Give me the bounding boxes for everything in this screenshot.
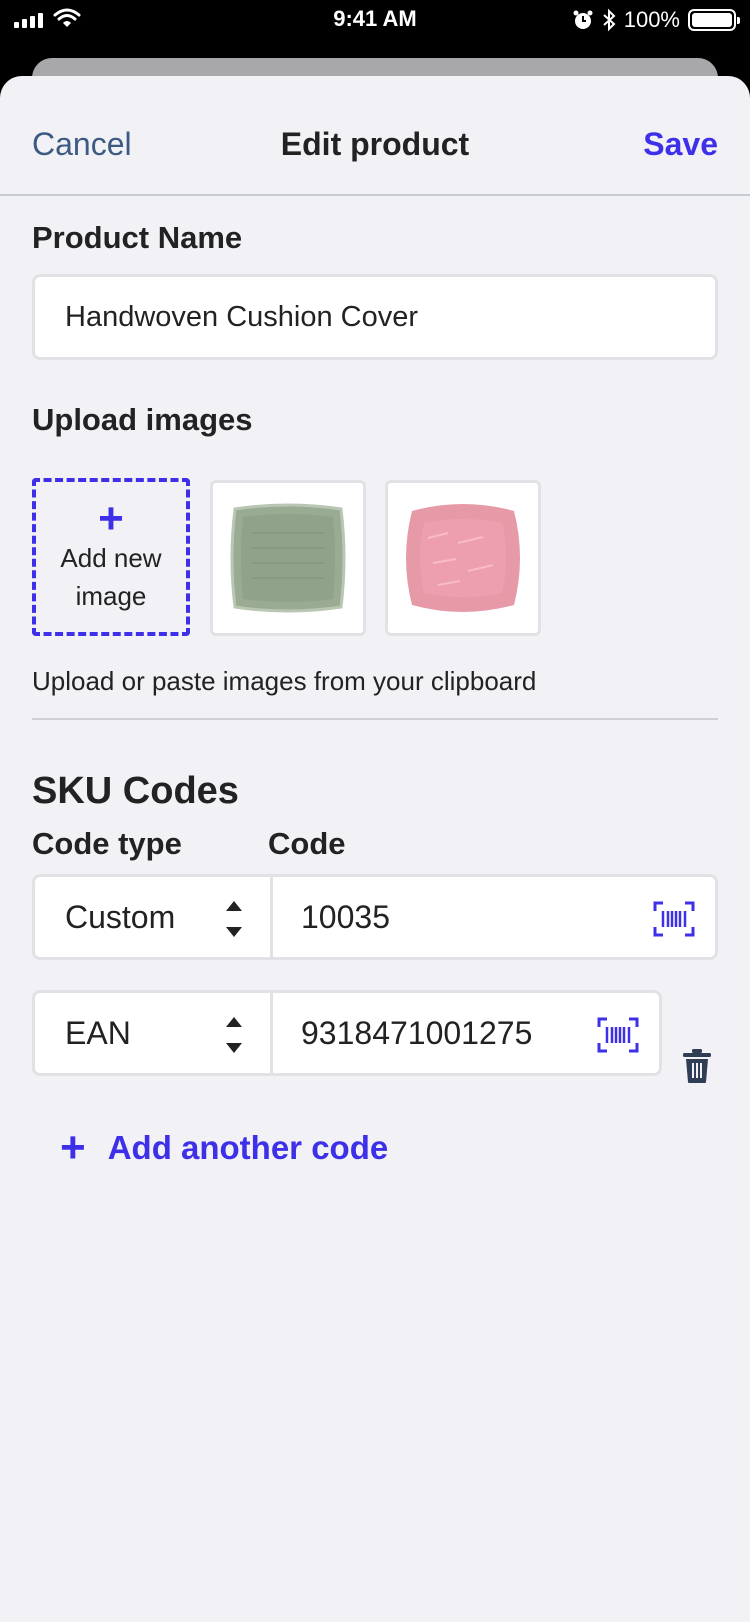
code-type-select[interactable]: Custom	[32, 874, 270, 960]
status-right: 100%	[572, 7, 740, 33]
sku-section-title: SKU Codes	[32, 770, 239, 812]
sku-row: Custom 10035	[32, 874, 718, 960]
code-type-column-label: Code type	[32, 826, 182, 861]
bluetooth-icon	[603, 8, 616, 32]
code-type-select[interactable]: EAN	[32, 990, 270, 1076]
upload-images-label: Upload images	[32, 402, 253, 437]
image-thumbnail-green[interactable]	[210, 480, 366, 636]
code-type-value: Custom	[65, 898, 176, 935]
product-name-value: Handwoven Cushion Cover	[65, 300, 419, 333]
green-cushion-image	[230, 503, 346, 613]
nav-bar: Cancel Edit product Save	[0, 76, 750, 196]
up-down-arrows-icon	[226, 1017, 242, 1053]
trash-icon[interactable]	[682, 1048, 712, 1084]
edit-product-sheet: Cancel Edit product Save Product Name Ha…	[0, 76, 750, 1622]
plus-icon: +	[60, 1123, 86, 1172]
add-image-button[interactable]: + Add new image	[32, 478, 190, 636]
add-image-line2: image	[75, 581, 147, 611]
sku-row: EAN 9318471001275	[32, 990, 662, 1076]
battery-percent: 100%	[623, 7, 680, 32]
cancel-button[interactable]: Cancel	[32, 126, 132, 163]
code-input[interactable]: 9318471001275	[270, 990, 662, 1076]
code-value: 10035	[301, 898, 390, 935]
code-input[interactable]: 10035	[270, 874, 718, 960]
plus-icon: +	[98, 494, 124, 543]
add-another-code-label: Add another code	[107, 1129, 389, 1166]
upload-help-text: Upload or paste images from your clipboa…	[32, 666, 537, 696]
product-name-label: Product Name	[32, 220, 243, 255]
pink-cushion-image	[406, 504, 520, 612]
battery-icon	[688, 9, 740, 31]
code-column-label: Code	[268, 826, 346, 861]
up-down-arrows-icon	[226, 901, 242, 937]
alarm-icon	[573, 10, 593, 29]
image-thumbnail-pink[interactable]	[385, 480, 541, 636]
divider	[32, 718, 718, 720]
add-another-code-button[interactable]: + Add another code	[60, 1123, 389, 1172]
barcode-scan-icon[interactable]	[597, 1017, 639, 1053]
code-value: 9318471001275	[301, 1014, 533, 1051]
product-name-input[interactable]: Handwoven Cushion Cover	[32, 274, 718, 360]
add-image-line1: Add new	[60, 543, 162, 573]
code-type-value: EAN	[65, 1014, 131, 1051]
barcode-scan-icon[interactable]	[653, 901, 695, 937]
save-button[interactable]: Save	[643, 126, 718, 163]
status-bar: 9:41 AM 100%	[0, 0, 750, 40]
